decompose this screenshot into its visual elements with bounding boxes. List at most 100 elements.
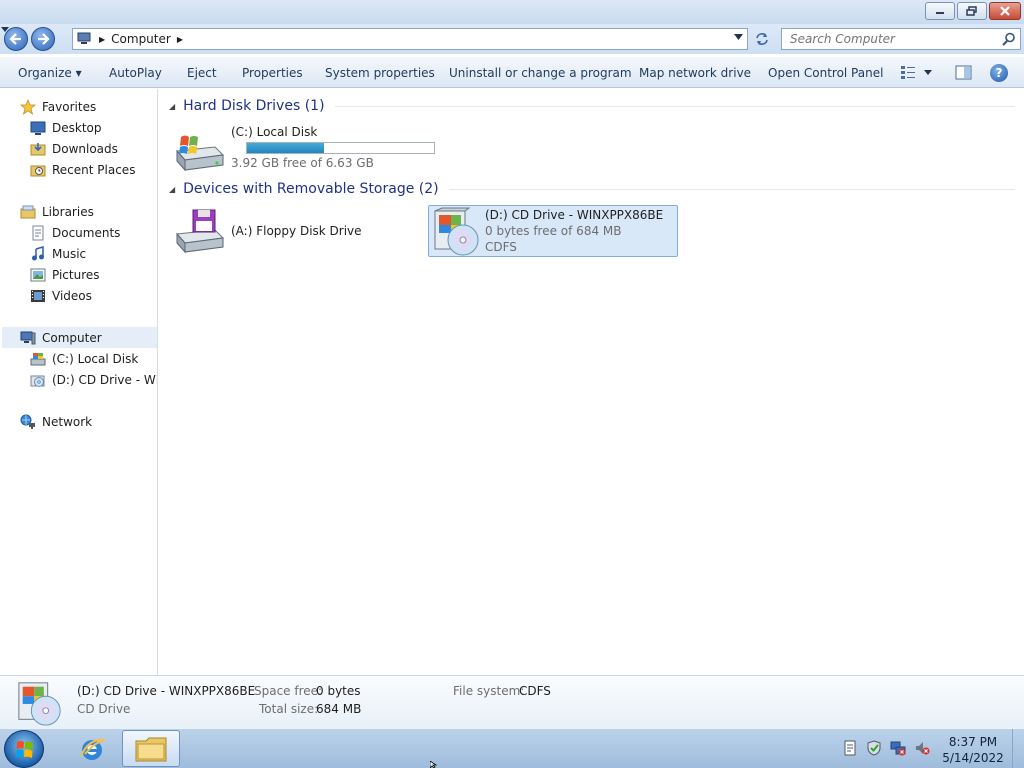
autoplay-button[interactable]: AutoPlay bbox=[109, 66, 162, 80]
nav-music-label: Music bbox=[52, 246, 87, 261]
organize-button[interactable]: Organize ▾ bbox=[18, 66, 82, 80]
drive-c-capacity-bar bbox=[246, 142, 435, 154]
details-total-size-value: 684 MB bbox=[316, 702, 362, 716]
address-bar[interactable]: ▶ Computer ▶ bbox=[72, 28, 748, 50]
nav-recent-places[interactable]: Recent Places bbox=[30, 159, 135, 180]
minimize-button[interactable] bbox=[925, 2, 955, 20]
mouse-cursor-icon bbox=[430, 761, 438, 768]
title-bar bbox=[0, 0, 1024, 24]
details-space-free-value: 0 bytes bbox=[316, 684, 361, 698]
nav-libraries[interactable]: Libraries bbox=[20, 201, 94, 222]
change-view-button[interactable] bbox=[900, 65, 932, 79]
chevron-down-icon bbox=[924, 69, 932, 75]
nav-downloads[interactable]: Downloads bbox=[30, 138, 118, 159]
details-name: (D:) CD Drive - WINXPPX86BE bbox=[77, 684, 256, 698]
nav-documents-label: Documents bbox=[52, 225, 121, 240]
downloads-folder-icon bbox=[30, 142, 46, 155]
details-file-system-value: CDFS bbox=[519, 684, 551, 698]
preview-pane-icon[interactable] bbox=[955, 65, 973, 81]
security-shield-icon[interactable] bbox=[866, 740, 882, 756]
show-desktop-button[interactable] bbox=[1012, 729, 1024, 768]
close-button[interactable] bbox=[989, 2, 1021, 20]
nav-documents[interactable]: Documents bbox=[30, 222, 120, 243]
group-title: Hard Disk Drives (1) bbox=[183, 98, 325, 114]
nav-d-drive[interactable]: (D:) CD Drive - WINXPPX86BE bbox=[30, 369, 157, 390]
nav-favorites[interactable]: Favorites bbox=[20, 96, 96, 117]
nav-videos[interactable]: Videos bbox=[30, 285, 92, 306]
nav-desktop-label: Desktop bbox=[52, 120, 102, 135]
open-control-panel-button[interactable]: Open Control Panel bbox=[768, 66, 883, 80]
clock[interactable]: 8:37 PM 5/14/2022 bbox=[940, 734, 1006, 766]
command-bar: Organize ▾ AutoPlay Eject Properties Sys… bbox=[0, 56, 1024, 88]
drive-d-cd-drive[interactable]: (D:) CD Drive - WINXPPX86BE 0 bytes free… bbox=[428, 205, 678, 257]
folder-icon bbox=[135, 737, 167, 761]
restore-button[interactable] bbox=[957, 2, 987, 20]
system-properties-button[interactable]: System properties bbox=[325, 66, 435, 80]
recent-places-icon bbox=[30, 165, 46, 176]
search-input[interactable] bbox=[790, 32, 990, 46]
nav-network-label: Network bbox=[42, 414, 93, 429]
desktop-icon bbox=[30, 121, 46, 135]
group-divider bbox=[334, 105, 1015, 107]
group-divider bbox=[448, 188, 1015, 190]
back-button[interactable] bbox=[4, 27, 28, 51]
refresh-button[interactable] bbox=[750, 28, 774, 50]
properties-button[interactable]: Properties bbox=[242, 66, 303, 80]
search-box[interactable] bbox=[781, 28, 1021, 50]
drive-c-capacity-fill bbox=[247, 143, 324, 153]
search-icon[interactable] bbox=[1002, 32, 1016, 46]
map-network-drive-button[interactable]: Map network drive bbox=[639, 66, 751, 80]
pictures-icon bbox=[30, 268, 46, 281]
hard-disk-icon bbox=[30, 352, 46, 365]
collapse-triangle-icon[interactable]: ◢ bbox=[169, 102, 175, 111]
eject-button[interactable]: Eject bbox=[187, 66, 217, 80]
nav-computer[interactable]: Computer bbox=[2, 327, 157, 348]
drive-d-free-space: 0 bytes free of 684 MB bbox=[485, 224, 622, 238]
close-icon bbox=[1000, 6, 1010, 16]
arrow-right-icon bbox=[38, 33, 50, 45]
chevron-down-icon[interactable] bbox=[734, 34, 743, 40]
nav-pictures[interactable]: Pictures bbox=[30, 264, 100, 285]
windows-logo-icon bbox=[16, 741, 33, 758]
drive-c-local-disk[interactable]: (C:) Local Disk 3.92 GB free of 6.63 GB bbox=[175, 125, 435, 177]
nav-recent-places-label: Recent Places bbox=[52, 162, 136, 177]
floppy-drive-icon bbox=[175, 209, 225, 254]
group-header-removable-storage[interactable]: ◢ Devices with Removable Storage (2) bbox=[169, 181, 1015, 197]
restore-icon bbox=[966, 6, 977, 16]
cd-drive-icon bbox=[30, 375, 45, 387]
start-button[interactable] bbox=[4, 730, 44, 768]
details-space-free-label: Space free: bbox=[254, 684, 323, 698]
nav-pictures-label: Pictures bbox=[52, 267, 100, 282]
action-center-icon[interactable] bbox=[842, 740, 858, 756]
taskbar-internet-explorer[interactable] bbox=[68, 731, 116, 767]
volume-muted-icon[interactable] bbox=[914, 740, 930, 756]
nav-c-drive[interactable]: (C:) Local Disk bbox=[30, 348, 138, 369]
breadcrumb-computer[interactable]: Computer bbox=[111, 32, 171, 46]
details-pane: (D:) CD Drive - WINXPPX86BE CD Drive Spa… bbox=[0, 675, 1024, 728]
network-status-icon[interactable] bbox=[890, 740, 906, 756]
network-icon bbox=[20, 414, 35, 429]
internet-explorer-icon bbox=[80, 738, 106, 760]
videos-icon bbox=[31, 289, 45, 302]
taskbar: 8:37 PM 5/14/2022 bbox=[0, 728, 1024, 768]
view-options-icon bbox=[901, 66, 915, 79]
breadcrumb-arrow-icon[interactable]: ▶ bbox=[177, 35, 183, 44]
nav-desktop[interactable]: Desktop bbox=[30, 117, 102, 138]
group-header-hard-disk-drives[interactable]: ◢ Hard Disk Drives (1) bbox=[169, 98, 1015, 114]
breadcrumb-arrow-icon[interactable]: ▶ bbox=[99, 35, 105, 44]
drive-a-floppy[interactable]: (A:) Floppy Disk Drive bbox=[175, 206, 423, 258]
help-button[interactable]: ? bbox=[990, 64, 1008, 82]
system-tray bbox=[842, 740, 930, 756]
nav-music[interactable]: Music bbox=[30, 243, 86, 264]
forward-button[interactable] bbox=[31, 27, 55, 51]
drive-d-file-system: CDFS bbox=[485, 240, 517, 254]
nav-network[interactable]: Network bbox=[20, 411, 92, 432]
music-icon bbox=[32, 245, 44, 260]
refresh-icon bbox=[756, 33, 768, 45]
nav-downloads-label: Downloads bbox=[52, 141, 118, 156]
collapse-triangle-icon[interactable]: ◢ bbox=[169, 185, 175, 194]
taskbar-windows-explorer[interactable] bbox=[122, 730, 180, 767]
uninstall-program-button[interactable]: Uninstall or change a program bbox=[449, 66, 632, 80]
details-type: CD Drive bbox=[77, 702, 131, 716]
clock-date: 5/14/2022 bbox=[942, 751, 1004, 765]
